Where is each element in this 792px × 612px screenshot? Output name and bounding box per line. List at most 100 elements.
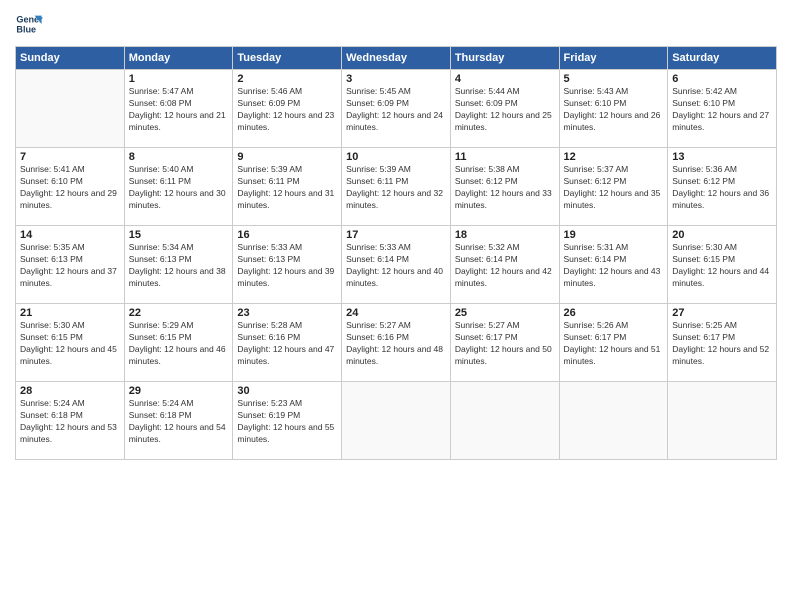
day-header-thursday: Thursday xyxy=(450,47,559,70)
day-number: 22 xyxy=(129,307,229,319)
day-info: Sunrise: 5:35 AMSunset: 6:13 PMDaylight:… xyxy=(20,242,120,290)
day-info: Sunrise: 5:42 AMSunset: 6:10 PMDaylight:… xyxy=(672,86,772,134)
calendar-cell: 26Sunrise: 5:26 AMSunset: 6:17 PMDayligh… xyxy=(559,304,668,382)
day-number: 13 xyxy=(672,151,772,163)
calendar-cell: 1Sunrise: 5:47 AMSunset: 6:08 PMDaylight… xyxy=(124,70,233,148)
day-number: 23 xyxy=(237,307,337,319)
day-info: Sunrise: 5:26 AMSunset: 6:17 PMDaylight:… xyxy=(564,320,664,368)
header: General Blue xyxy=(15,10,777,38)
week-row-2: 7Sunrise: 5:41 AMSunset: 6:10 PMDaylight… xyxy=(16,148,777,226)
calendar-cell: 9Sunrise: 5:39 AMSunset: 6:11 PMDaylight… xyxy=(233,148,342,226)
day-info: Sunrise: 5:24 AMSunset: 6:18 PMDaylight:… xyxy=(20,398,120,446)
calendar-cell: 17Sunrise: 5:33 AMSunset: 6:14 PMDayligh… xyxy=(342,226,451,304)
day-number: 8 xyxy=(129,151,229,163)
day-number: 21 xyxy=(20,307,120,319)
calendar-cell: 15Sunrise: 5:34 AMSunset: 6:13 PMDayligh… xyxy=(124,226,233,304)
day-header-sunday: Sunday xyxy=(16,47,125,70)
calendar-cell xyxy=(559,382,668,460)
calendar-cell: 25Sunrise: 5:27 AMSunset: 6:17 PMDayligh… xyxy=(450,304,559,382)
day-info: Sunrise: 5:32 AMSunset: 6:14 PMDaylight:… xyxy=(455,242,555,290)
day-info: Sunrise: 5:30 AMSunset: 6:15 PMDaylight:… xyxy=(672,242,772,290)
day-info: Sunrise: 5:24 AMSunset: 6:18 PMDaylight:… xyxy=(129,398,229,446)
calendar-cell: 20Sunrise: 5:30 AMSunset: 6:15 PMDayligh… xyxy=(668,226,777,304)
calendar-cell xyxy=(450,382,559,460)
day-info: Sunrise: 5:27 AMSunset: 6:16 PMDaylight:… xyxy=(346,320,446,368)
logo: General Blue xyxy=(15,10,43,38)
calendar-cell: 23Sunrise: 5:28 AMSunset: 6:16 PMDayligh… xyxy=(233,304,342,382)
day-number: 28 xyxy=(20,385,120,397)
calendar-cell: 30Sunrise: 5:23 AMSunset: 6:19 PMDayligh… xyxy=(233,382,342,460)
calendar-cell: 3Sunrise: 5:45 AMSunset: 6:09 PMDaylight… xyxy=(342,70,451,148)
day-info: Sunrise: 5:47 AMSunset: 6:08 PMDaylight:… xyxy=(129,86,229,134)
day-number: 19 xyxy=(564,229,664,241)
day-number: 27 xyxy=(672,307,772,319)
day-header-wednesday: Wednesday xyxy=(342,47,451,70)
calendar-table: SundayMondayTuesdayWednesdayThursdayFrid… xyxy=(15,46,777,460)
calendar-cell: 14Sunrise: 5:35 AMSunset: 6:13 PMDayligh… xyxy=(16,226,125,304)
day-number: 7 xyxy=(20,151,120,163)
day-info: Sunrise: 5:25 AMSunset: 6:17 PMDaylight:… xyxy=(672,320,772,368)
page-container: General Blue SundayMondayTuesdayWednesda… xyxy=(0,0,792,470)
day-number: 1 xyxy=(129,73,229,85)
calendar-cell: 24Sunrise: 5:27 AMSunset: 6:16 PMDayligh… xyxy=(342,304,451,382)
calendar-header-row: SundayMondayTuesdayWednesdayThursdayFrid… xyxy=(16,47,777,70)
calendar-cell: 27Sunrise: 5:25 AMSunset: 6:17 PMDayligh… xyxy=(668,304,777,382)
day-number: 5 xyxy=(564,73,664,85)
day-number: 18 xyxy=(455,229,555,241)
day-number: 14 xyxy=(20,229,120,241)
day-header-tuesday: Tuesday xyxy=(233,47,342,70)
day-info: Sunrise: 5:40 AMSunset: 6:11 PMDaylight:… xyxy=(129,164,229,212)
day-info: Sunrise: 5:31 AMSunset: 6:14 PMDaylight:… xyxy=(564,242,664,290)
day-info: Sunrise: 5:23 AMSunset: 6:19 PMDaylight:… xyxy=(237,398,337,446)
calendar-cell: 28Sunrise: 5:24 AMSunset: 6:18 PMDayligh… xyxy=(16,382,125,460)
calendar-cell: 16Sunrise: 5:33 AMSunset: 6:13 PMDayligh… xyxy=(233,226,342,304)
calendar-cell: 13Sunrise: 5:36 AMSunset: 6:12 PMDayligh… xyxy=(668,148,777,226)
day-number: 30 xyxy=(237,385,337,397)
day-info: Sunrise: 5:39 AMSunset: 6:11 PMDaylight:… xyxy=(237,164,337,212)
calendar-cell: 2Sunrise: 5:46 AMSunset: 6:09 PMDaylight… xyxy=(233,70,342,148)
day-number: 29 xyxy=(129,385,229,397)
day-info: Sunrise: 5:37 AMSunset: 6:12 PMDaylight:… xyxy=(564,164,664,212)
day-info: Sunrise: 5:38 AMSunset: 6:12 PMDaylight:… xyxy=(455,164,555,212)
day-number: 6 xyxy=(672,73,772,85)
calendar-cell: 10Sunrise: 5:39 AMSunset: 6:11 PMDayligh… xyxy=(342,148,451,226)
calendar-cell xyxy=(16,70,125,148)
day-number: 25 xyxy=(455,307,555,319)
day-info: Sunrise: 5:45 AMSunset: 6:09 PMDaylight:… xyxy=(346,86,446,134)
calendar-cell xyxy=(342,382,451,460)
day-number: 11 xyxy=(455,151,555,163)
day-info: Sunrise: 5:33 AMSunset: 6:13 PMDaylight:… xyxy=(237,242,337,290)
day-number: 15 xyxy=(129,229,229,241)
day-header-saturday: Saturday xyxy=(668,47,777,70)
day-number: 10 xyxy=(346,151,446,163)
calendar-cell: 11Sunrise: 5:38 AMSunset: 6:12 PMDayligh… xyxy=(450,148,559,226)
day-number: 3 xyxy=(346,73,446,85)
day-info: Sunrise: 5:28 AMSunset: 6:16 PMDaylight:… xyxy=(237,320,337,368)
day-number: 2 xyxy=(237,73,337,85)
calendar-cell: 7Sunrise: 5:41 AMSunset: 6:10 PMDaylight… xyxy=(16,148,125,226)
day-info: Sunrise: 5:43 AMSunset: 6:10 PMDaylight:… xyxy=(564,86,664,134)
day-info: Sunrise: 5:29 AMSunset: 6:15 PMDaylight:… xyxy=(129,320,229,368)
day-number: 24 xyxy=(346,307,446,319)
day-header-monday: Monday xyxy=(124,47,233,70)
day-number: 17 xyxy=(346,229,446,241)
logo-icon: General Blue xyxy=(15,10,43,38)
week-row-4: 21Sunrise: 5:30 AMSunset: 6:15 PMDayligh… xyxy=(16,304,777,382)
day-number: 12 xyxy=(564,151,664,163)
day-info: Sunrise: 5:44 AMSunset: 6:09 PMDaylight:… xyxy=(455,86,555,134)
day-info: Sunrise: 5:41 AMSunset: 6:10 PMDaylight:… xyxy=(20,164,120,212)
week-row-5: 28Sunrise: 5:24 AMSunset: 6:18 PMDayligh… xyxy=(16,382,777,460)
day-number: 4 xyxy=(455,73,555,85)
calendar-cell: 4Sunrise: 5:44 AMSunset: 6:09 PMDaylight… xyxy=(450,70,559,148)
week-row-3: 14Sunrise: 5:35 AMSunset: 6:13 PMDayligh… xyxy=(16,226,777,304)
calendar-cell: 22Sunrise: 5:29 AMSunset: 6:15 PMDayligh… xyxy=(124,304,233,382)
calendar-cell: 6Sunrise: 5:42 AMSunset: 6:10 PMDaylight… xyxy=(668,70,777,148)
calendar-cell: 12Sunrise: 5:37 AMSunset: 6:12 PMDayligh… xyxy=(559,148,668,226)
calendar-cell: 29Sunrise: 5:24 AMSunset: 6:18 PMDayligh… xyxy=(124,382,233,460)
calendar-cell: 18Sunrise: 5:32 AMSunset: 6:14 PMDayligh… xyxy=(450,226,559,304)
calendar-cell xyxy=(668,382,777,460)
day-info: Sunrise: 5:33 AMSunset: 6:14 PMDaylight:… xyxy=(346,242,446,290)
day-number: 20 xyxy=(672,229,772,241)
week-row-1: 1Sunrise: 5:47 AMSunset: 6:08 PMDaylight… xyxy=(16,70,777,148)
day-header-friday: Friday xyxy=(559,47,668,70)
